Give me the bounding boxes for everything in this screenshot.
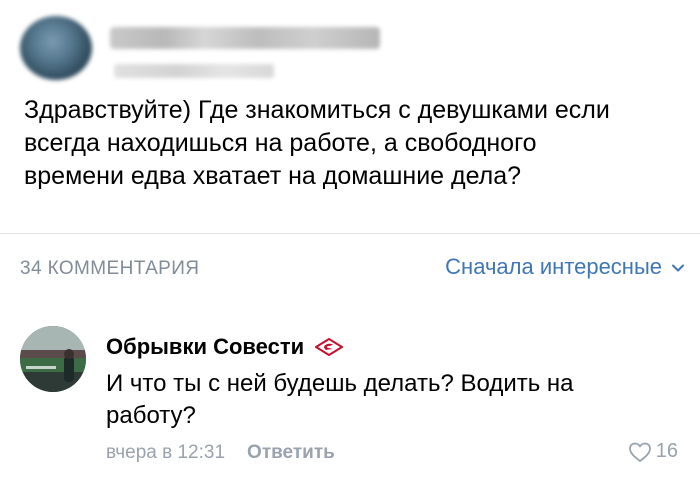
like-button[interactable]: 16: [628, 440, 678, 463]
comment-text: И что ты с ней будешь делать? Водить на …: [106, 370, 574, 429]
comment-author[interactable]: Обрывки Совести: [106, 334, 344, 360]
chevron-down-icon[interactable]: [670, 260, 686, 276]
reply-button[interactable]: Ответить: [247, 442, 335, 464]
post-author-avatar[interactable]: [20, 16, 92, 80]
divider: [0, 233, 700, 234]
post-text: Здравствуйте) Где знакомиться с девушкам…: [24, 96, 610, 190]
spartak-logo-icon: [315, 338, 344, 356]
like-count: 16: [655, 440, 678, 462]
comment-author-name[interactable]: Обрывки Совести: [106, 334, 304, 360]
sort-label[interactable]: Сначала интересные: [445, 254, 662, 280]
comments-count: 34 КОММЕНТАРИЯ: [20, 258, 200, 279]
comment-time: вчера в 12:31: [106, 442, 226, 463]
post-time-blurred: [114, 64, 274, 78]
comment-author-avatar[interactable]: [20, 326, 86, 392]
comments-sort-select[interactable]: Сначала интересные: [445, 254, 686, 280]
post-header: [18, 12, 678, 84]
vk-post-view: Здравствуйте) Где знакомиться с девушкам…: [0, 0, 700, 487]
heart-outline-icon[interactable]: [628, 441, 652, 463]
avatar-stadium-image: [20, 326, 86, 392]
comment-meta: вчера в 12:31 Ответить: [106, 442, 335, 464]
post-author-name-blurred[interactable]: [110, 27, 380, 49]
